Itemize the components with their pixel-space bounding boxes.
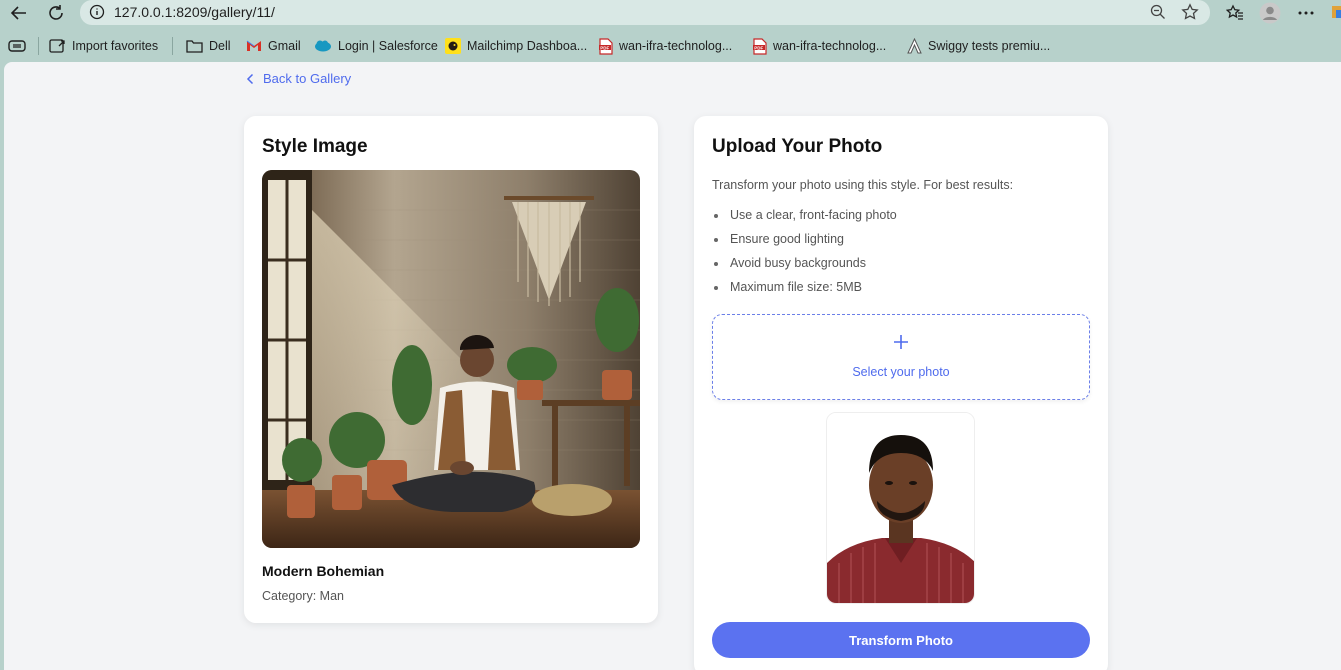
bookmark-wan-ifra-2[interactable]: PDF wan-ifra-technolog...	[753, 37, 886, 55]
upload-photo-card: Upload Your Photo Transform your photo u…	[694, 116, 1108, 670]
bullet-icon	[714, 286, 718, 290]
plus-icon	[713, 331, 1089, 355]
star-icon[interactable]	[1181, 3, 1199, 26]
photo-dropzone[interactable]: Select your photo	[712, 314, 1090, 400]
back-to-gallery-link[interactable]: Back to Gallery	[246, 71, 351, 86]
bullet-icon	[714, 214, 718, 218]
folder-icon	[186, 40, 203, 53]
pdf-icon: PDF	[753, 37, 767, 55]
browser-toolbar: 127.0.0.1:8209/gallery/11/	[0, 0, 1341, 26]
svg-text:PDF: PDF	[754, 45, 763, 50]
bookmark-label: wan-ifra-technolog...	[773, 39, 887, 53]
style-image-card: Style Image Modern Bohemian Category: Ma…	[244, 116, 658, 623]
style-name: Modern Bohemian	[262, 563, 385, 579]
url-text: 127.0.0.1:8209/gallery/11/	[114, 4, 275, 20]
chevron-left-icon	[246, 73, 254, 84]
transform-photo-button[interactable]: Transform Photo	[712, 622, 1090, 658]
copilot-icon[interactable]	[1332, 2, 1341, 22]
bookmark-dell[interactable]: Dell	[186, 37, 231, 55]
tip-item: Use a clear, front-facing photo	[712, 208, 897, 232]
site-info-icon[interactable]	[89, 4, 105, 25]
bookmark-separator	[172, 37, 173, 55]
svg-text:PDF: PDF	[600, 45, 609, 50]
bookmark-label: Gmail	[268, 39, 301, 53]
bookmark-label: Login | Salesforce	[338, 39, 438, 53]
page-viewport: Back to Gallery Style Image Modern Bohem…	[4, 62, 1341, 670]
salesforce-icon	[315, 40, 331, 52]
upload-intro-text: Transform your photo using this style. F…	[712, 178, 1014, 192]
bookmark-label: Import favorites	[72, 39, 159, 53]
import-icon	[49, 39, 65, 53]
tip-text: Ensure good lighting	[730, 232, 844, 246]
pdf-icon: PDF	[599, 37, 613, 55]
bookmark-separator	[38, 37, 39, 55]
tip-item: Maximum file size: 5MB	[712, 280, 897, 304]
bookmark-salesforce[interactable]: Login | Salesforce	[314, 37, 438, 55]
gmail-icon	[246, 40, 261, 51]
bookmark-label: Mailchimp Dashboa...	[467, 39, 588, 53]
swiggy-icon	[907, 38, 922, 54]
uploaded-photo-preview	[826, 412, 975, 604]
upload-card-title: Upload Your Photo	[712, 136, 883, 157]
bookmark-swiggy[interactable]: Swiggy tests premiu...	[907, 37, 1050, 55]
style-card-title: Style Image	[262, 136, 368, 157]
tip-text: Maximum file size: 5MB	[730, 280, 862, 294]
tips-list: Use a clear, front-facing photo Ensure g…	[712, 208, 897, 304]
style-category: Category: Man	[262, 589, 344, 603]
reload-icon[interactable]	[45, 2, 67, 24]
tab-actions-icon[interactable]	[8, 37, 26, 55]
address-bar[interactable]: 127.0.0.1:8209/gallery/11/	[80, 0, 1210, 25]
style-image	[262, 170, 640, 548]
bookmarks-bar: Import favorites Dell Gmail Login | Sale…	[0, 33, 1341, 59]
bookmark-gmail[interactable]: Gmail	[246, 37, 301, 55]
back-arrow-icon[interactable]	[8, 2, 30, 24]
tip-text: Use a clear, front-facing photo	[730, 208, 897, 222]
bookmark-label: wan-ifra-technolog...	[619, 39, 733, 53]
bookmark-label: Swiggy tests premiu...	[928, 39, 1051, 53]
bookmark-label: Dell	[209, 39, 231, 53]
more-menu-icon[interactable]	[1295, 2, 1317, 24]
mailchimp-icon	[445, 38, 461, 54]
profile-avatar-icon[interactable]	[1259, 2, 1281, 24]
back-link-label: Back to Gallery	[263, 71, 352, 86]
tip-text: Avoid busy backgrounds	[730, 256, 866, 270]
bookmark-mailchimp[interactable]: Mailchimp Dashboa...	[445, 37, 587, 55]
select-photo-label: Select your photo	[852, 365, 950, 379]
zoom-icon[interactable]	[1150, 4, 1166, 25]
bullet-icon	[714, 262, 718, 266]
bookmark-wan-ifra-1[interactable]: PDF wan-ifra-technolog...	[599, 37, 732, 55]
tip-item: Ensure good lighting	[712, 232, 897, 256]
bullet-icon	[714, 238, 718, 242]
bookmark-import-favorites[interactable]: Import favorites	[49, 37, 158, 55]
tip-item: Avoid busy backgrounds	[712, 256, 897, 280]
favorites-icon[interactable]	[1224, 2, 1246, 24]
